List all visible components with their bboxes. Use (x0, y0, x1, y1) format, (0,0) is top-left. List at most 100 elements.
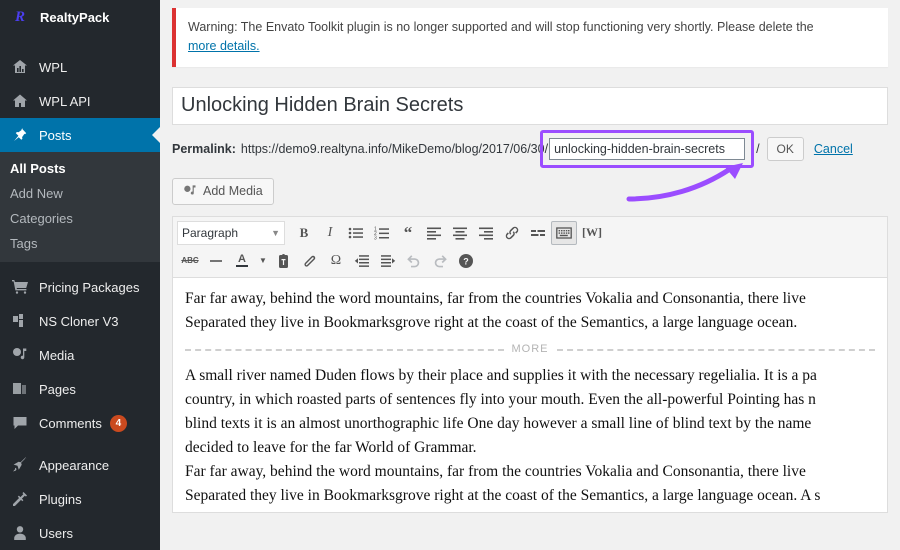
read-more-icon (530, 225, 546, 241)
keyboard-shortcuts-icon: ? (458, 253, 474, 269)
keyboard-shortcuts-button[interactable]: ? (453, 249, 479, 273)
strikethrough-button[interactable]: ABC (177, 249, 203, 273)
realtypack-logo-icon: R (14, 8, 25, 25)
brand-label: RealtyPack (40, 9, 110, 25)
pages-icon (10, 379, 30, 399)
bold-button[interactable]: B (291, 221, 317, 245)
sidebar-item-comments[interactable]: Comments 4 (0, 406, 160, 440)
paste-as-text-button[interactable] (271, 249, 297, 273)
user-icon (10, 523, 30, 543)
wordpress-w-icon: [W] (582, 225, 602, 240)
read-more-button[interactable] (525, 221, 551, 245)
toolbar-row-2: ABC A ▼ Ω ? (173, 249, 887, 277)
sidebar-item-users[interactable]: Users (0, 516, 160, 550)
sidebar-item-categories[interactable]: Categories (0, 206, 160, 231)
sidebar-item-plugins[interactable]: Plugins (0, 482, 160, 516)
sidebar-item-media[interactable]: Media (0, 338, 160, 372)
more-tag-divider: MORE (185, 342, 875, 358)
text-color-icon: A (236, 254, 248, 268)
menu-spacer (0, 42, 160, 50)
special-character-icon: Ω (330, 252, 342, 268)
permalink-ok-button[interactable]: OK (766, 136, 804, 161)
sidebar-item-pricing-packages[interactable]: Pricing Packages (0, 270, 160, 304)
blockquote-icon: “ (403, 222, 413, 242)
sidebar-item-all-posts[interactable]: All Posts (0, 156, 160, 181)
sidebar-item-pages[interactable]: Pages (0, 372, 160, 406)
wordpress-admin-screen: R RealtyPack WPL WPL API Posts All Posts… (0, 0, 900, 550)
insert-link-button[interactable] (499, 221, 525, 245)
chevron-down-icon: ▼ (271, 227, 280, 238)
sidebar-item-tags[interactable]: Tags (0, 231, 160, 256)
sidebar-item-appearance[interactable]: Appearance (0, 448, 160, 482)
slug-highlight-box (540, 129, 755, 168)
home-icon (10, 91, 30, 111)
sidebar-item-label: Users (39, 525, 73, 541)
toggle-toolbar-button[interactable] (551, 220, 577, 245)
content-paragraph: decided to leave for the far World of Gr… (185, 439, 477, 457)
align-right-icon (478, 225, 494, 241)
svg-text:3: 3 (374, 235, 377, 241)
admin-sidebar: R RealtyPack WPL WPL API Posts All Posts… (0, 0, 160, 550)
content-paragraph: blind texts it is an almost unorthograph… (185, 415, 812, 433)
post-content-editor[interactable]: Far far away, behind the word mountains,… (172, 276, 888, 513)
brand-header[interactable]: R RealtyPack (0, 0, 160, 34)
sidebar-item-wpl[interactable]: WPL (0, 50, 160, 84)
numbered-list-button[interactable]: 123 (369, 221, 395, 245)
chevron-down-icon: ▼ (259, 256, 267, 266)
brush-icon (10, 455, 30, 475)
sidebar-item-ns-cloner[interactable]: NS Cloner V3 (0, 304, 160, 338)
sidebar-item-label: Posts (39, 127, 72, 143)
permalink-row: Permalink: https://demo9.realtyna.info/M… (172, 129, 888, 168)
sidebar-item-label: WPL (39, 59, 68, 75)
post-title-input[interactable] (172, 86, 888, 125)
more-details-link[interactable]: more details. (188, 39, 260, 53)
align-center-icon (452, 225, 468, 241)
wordpress-w-button[interactable]: [W] (577, 221, 607, 245)
blockquote-button[interactable]: “ (395, 221, 421, 245)
insert-link-icon (504, 225, 520, 241)
sidebar-item-wpl-api[interactable]: WPL API (0, 84, 160, 118)
align-right-button[interactable] (473, 221, 499, 245)
horizontal-line-button[interactable] (203, 249, 229, 273)
redo-icon (432, 253, 448, 269)
clear-formatting-icon (302, 253, 318, 269)
comments-count-badge: 4 (109, 414, 127, 432)
sidebar-item-label: Media (39, 347, 75, 363)
sidebar-item-posts[interactable]: Posts (0, 118, 160, 152)
increase-indent-icon (380, 253, 396, 269)
sidebar-item-label: Appearance (39, 457, 110, 473)
add-media-label: Add Media (203, 184, 263, 199)
sidebar-item-label: Plugins (39, 491, 82, 507)
post-title-wrap (172, 86, 888, 125)
permalink-cancel-link[interactable]: Cancel (814, 142, 853, 156)
bulleted-list-button[interactable] (343, 221, 369, 245)
chart-house-icon (10, 57, 30, 77)
toggle-toolbar-icon (556, 225, 572, 241)
plugin-warning-notice: Warning: The Envato Toolkit plugin is no… (172, 8, 888, 67)
decrease-indent-button[interactable] (349, 249, 375, 273)
sidebar-menu: WPL WPL API Posts All Posts Add New Cate… (0, 42, 160, 550)
increase-indent-button[interactable] (375, 249, 401, 273)
sidebar-item-label: Pages (39, 381, 76, 397)
permalink-label: Permalink: (172, 141, 236, 156)
more-tag-label: MORE (511, 342, 549, 355)
italic-button[interactable]: I (317, 221, 343, 245)
sidebar-item-add-new[interactable]: Add New (0, 181, 160, 206)
special-character-button[interactable]: Ω (323, 249, 349, 273)
text-color-button[interactable]: A (229, 249, 255, 273)
undo-button[interactable] (401, 249, 427, 273)
permalink-slug-input[interactable] (549, 137, 746, 160)
comment-icon (10, 413, 30, 433)
content-paragraph: A small river named Duden flows by their… (185, 367, 817, 385)
paragraph-format-value: Paragraph (182, 225, 239, 240)
content-paragraph: Far far away, behind the word mountains,… (185, 463, 806, 481)
clear-formatting-button[interactable] (297, 249, 323, 273)
align-center-button[interactable] (447, 221, 473, 245)
add-media-button[interactable]: Add Media (172, 177, 274, 205)
text-color-dropdown-button[interactable]: ▼ (255, 249, 271, 273)
sidebar-item-label: Comments (39, 415, 102, 431)
align-left-button[interactable] (421, 221, 447, 245)
paragraph-format-select[interactable]: Paragraph ▼ (177, 220, 285, 245)
media-icon (10, 345, 30, 365)
redo-button[interactable] (427, 249, 453, 273)
